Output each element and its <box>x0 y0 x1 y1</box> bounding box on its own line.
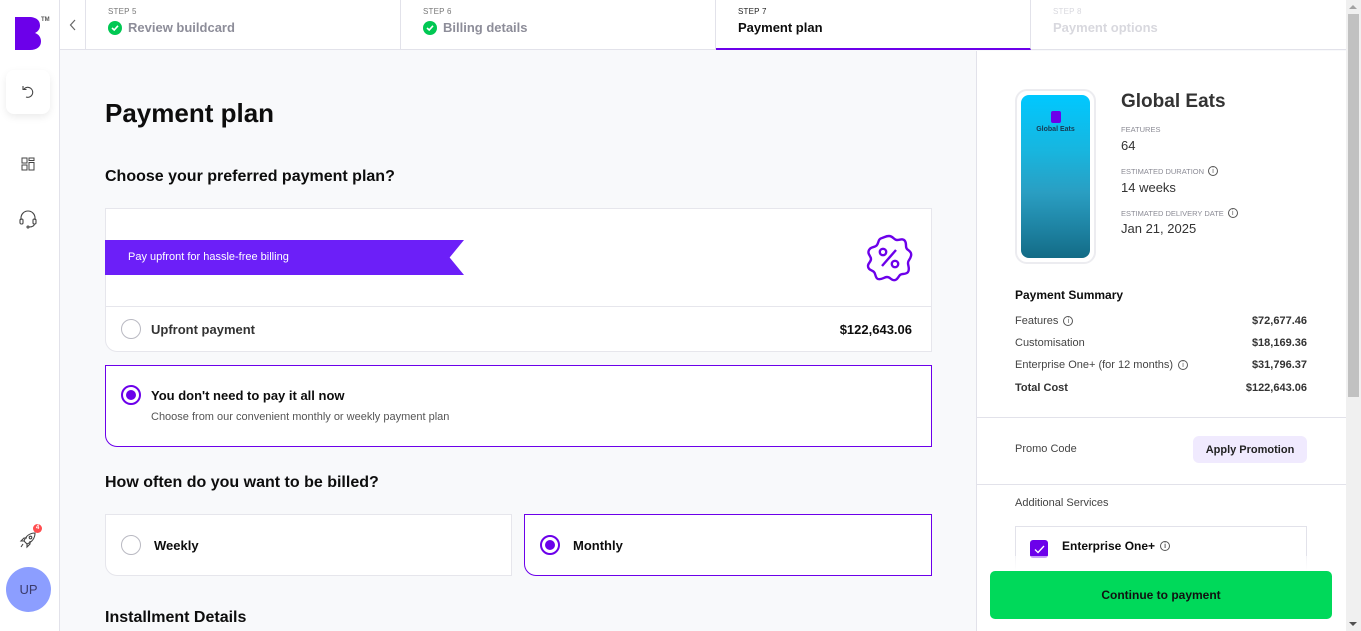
page-title: Payment plan <box>105 98 275 128</box>
launch-button[interactable]: 4 <box>6 518 50 562</box>
duration-label-text: ESTIMATED DURATION <box>1121 166 1205 176</box>
app-logo-icon <box>1051 111 1061 123</box>
scroll-up-arrow-icon[interactable] <box>1349 5 1357 9</box>
left-rail: TM 4 UP <box>0 0 60 631</box>
summary-value: $31,796.37 <box>1251 359 1307 371</box>
step-number: STEP 7 <box>738 7 767 16</box>
frequency-monthly-option[interactable]: Monthly <box>524 514 932 576</box>
features-value: 64 <box>1121 138 1136 153</box>
divider <box>977 484 1346 485</box>
scroll-down-arrow-icon[interactable] <box>1349 622 1357 626</box>
headset-icon <box>19 210 37 229</box>
upfront-payment-card[interactable]: Pay upfront for hassle-free billing Upfr… <box>105 208 932 352</box>
page-scrollbar[interactable] <box>1346 0 1361 631</box>
billing-question: How often do you want to be billed? <box>105 474 379 491</box>
features-label-text: FEATURES <box>1121 125 1161 134</box>
summary-value: $18,169.36 <box>1251 337 1307 349</box>
upfront-label: Upfront payment <box>151 321 255 337</box>
checkout-steps: STEP 5 Review buildcard STEP 6 Billing d… <box>60 0 1346 50</box>
notification-badge: 4 <box>33 524 42 533</box>
step-title: Payment plan <box>738 20 823 35</box>
weekly-label: Weekly <box>154 537 199 553</box>
info-icon[interactable]: i <box>1227 208 1238 218</box>
summary-value: $72,677.46 <box>1251 315 1307 327</box>
check-circle-icon <box>108 20 122 35</box>
summary-label: Enterprise One+ (for 12 months) <box>1015 359 1174 371</box>
user-avatar[interactable]: UP <box>6 567 51 612</box>
summary-label: Features <box>1015 315 1059 327</box>
summary-row-customisation: Customisation $18,169.36 <box>1015 337 1307 349</box>
frequency-weekly-option[interactable]: Weekly <box>105 514 512 576</box>
step-number: STEP 5 <box>108 7 137 16</box>
installment-plan-card[interactable]: You don't need to pay it all now Choose … <box>105 365 932 447</box>
step-review-buildcard[interactable]: STEP 5 Review buildcard <box>86 0 401 50</box>
delivery-label-text: ESTIMATED DELIVERY DATE <box>1121 208 1224 218</box>
summary-row-enterprise: Enterprise One+ (for 12 months) i $31,796… <box>1015 359 1307 371</box>
app-root: TM 4 UP STEP 5 Review buildcard STEP 6 B… <box>0 0 1361 631</box>
payment-plan-main: Payment plan Choose your preferred payme… <box>61 51 976 631</box>
checkmark-icon <box>1034 545 1044 553</box>
plan-question: Choose your preferred payment plan? <box>105 168 395 185</box>
installment-radio[interactable] <box>121 385 141 405</box>
delivery-label: ESTIMATED DELIVERY DATE i <box>1121 208 1238 218</box>
rocket-icon <box>19 532 36 549</box>
project-name: Global Eats <box>1121 91 1226 112</box>
info-icon[interactable]: i <box>1208 166 1219 176</box>
check-circle-icon <box>423 20 437 35</box>
duration-label: ESTIMATED DURATION i <box>1121 166 1219 176</box>
monthly-radio[interactable] <box>540 535 560 555</box>
upfront-ribbon: Pay upfront for hassle-free billing <box>105 240 464 275</box>
info-icon[interactable]: i <box>1178 360 1189 370</box>
summary-row-features: Features i $72,677.46 <box>1015 315 1307 327</box>
summary-value: $122,643.06 <box>1245 382 1307 394</box>
summary-row-total: Total Cost $122,643.06 <box>1015 382 1307 394</box>
promo-code-label: Promo Code <box>1015 443 1077 455</box>
step-title: Review buildcard <box>128 20 235 35</box>
step-payment-options: STEP 8 Payment options <box>1031 0 1346 50</box>
upfront-radio[interactable] <box>121 319 141 339</box>
trademark-label: TM <box>41 17 50 23</box>
apply-promotion-button[interactable]: Apply Promotion <box>1193 436 1307 463</box>
brand-logo[interactable] <box>15 17 41 50</box>
phone-app-name: Global Eats <box>1036 126 1075 133</box>
undo-icon <box>22 86 34 98</box>
additional-services-label: Additional Services <box>1015 497 1109 509</box>
panel-footer: Continue to payment <box>977 556 1346 631</box>
summary-label: Customisation <box>1015 337 1085 349</box>
step-title: Billing details <box>443 20 528 35</box>
app-preview-phone: Global Eats <box>1015 89 1096 264</box>
delivery-value: Jan 21, 2025 <box>1121 221 1197 236</box>
step-billing-details[interactable]: STEP 6 Billing details <box>401 0 716 50</box>
duration-value: 14 weeks <box>1121 180 1176 195</box>
upfront-price: $122,643.06 <box>839 321 912 337</box>
app-preview-screen: Global Eats <box>1021 95 1090 258</box>
installment-description: Choose from our convenient monthly or we… <box>151 411 450 423</box>
summary-label: Total Cost <box>1015 382 1068 394</box>
undo-button[interactable] <box>6 70 50 114</box>
back-button[interactable] <box>60 0 86 50</box>
buildcard-summary-panel: Global Eats Global Eats FEATURES 64 ESTI… <box>976 51 1346 631</box>
divider <box>977 417 1346 418</box>
scroll-thumb[interactable] <box>1348 14 1359 397</box>
step-title: Payment options <box>1053 20 1158 35</box>
discount-badge-icon <box>866 234 913 282</box>
weekly-radio[interactable] <box>121 535 141 555</box>
support-button[interactable] <box>6 197 50 241</box>
installment-label: You don't need to pay it all now <box>151 387 345 403</box>
installment-details-title: Installment Details <box>105 609 247 626</box>
dashboard-button[interactable] <box>6 142 50 186</box>
chevron-left-icon <box>69 19 75 31</box>
monthly-label: Monthly <box>573 537 623 553</box>
step-number: STEP 6 <box>423 7 452 16</box>
info-icon[interactable]: i <box>1063 316 1074 326</box>
service-name: Enterprise One+ <box>1062 539 1156 553</box>
info-icon[interactable]: i <box>1160 541 1171 551</box>
continue-to-payment-button[interactable]: Continue to payment <box>990 571 1332 619</box>
grid-icon <box>21 157 35 171</box>
features-label: FEATURES <box>1121 125 1160 134</box>
card-divider <box>106 306 931 307</box>
step-payment-plan[interactable]: STEP 7 Payment plan <box>716 0 1031 50</box>
step-number: STEP 8 <box>1053 7 1082 16</box>
payment-summary-title: Payment Summary <box>1015 288 1124 302</box>
